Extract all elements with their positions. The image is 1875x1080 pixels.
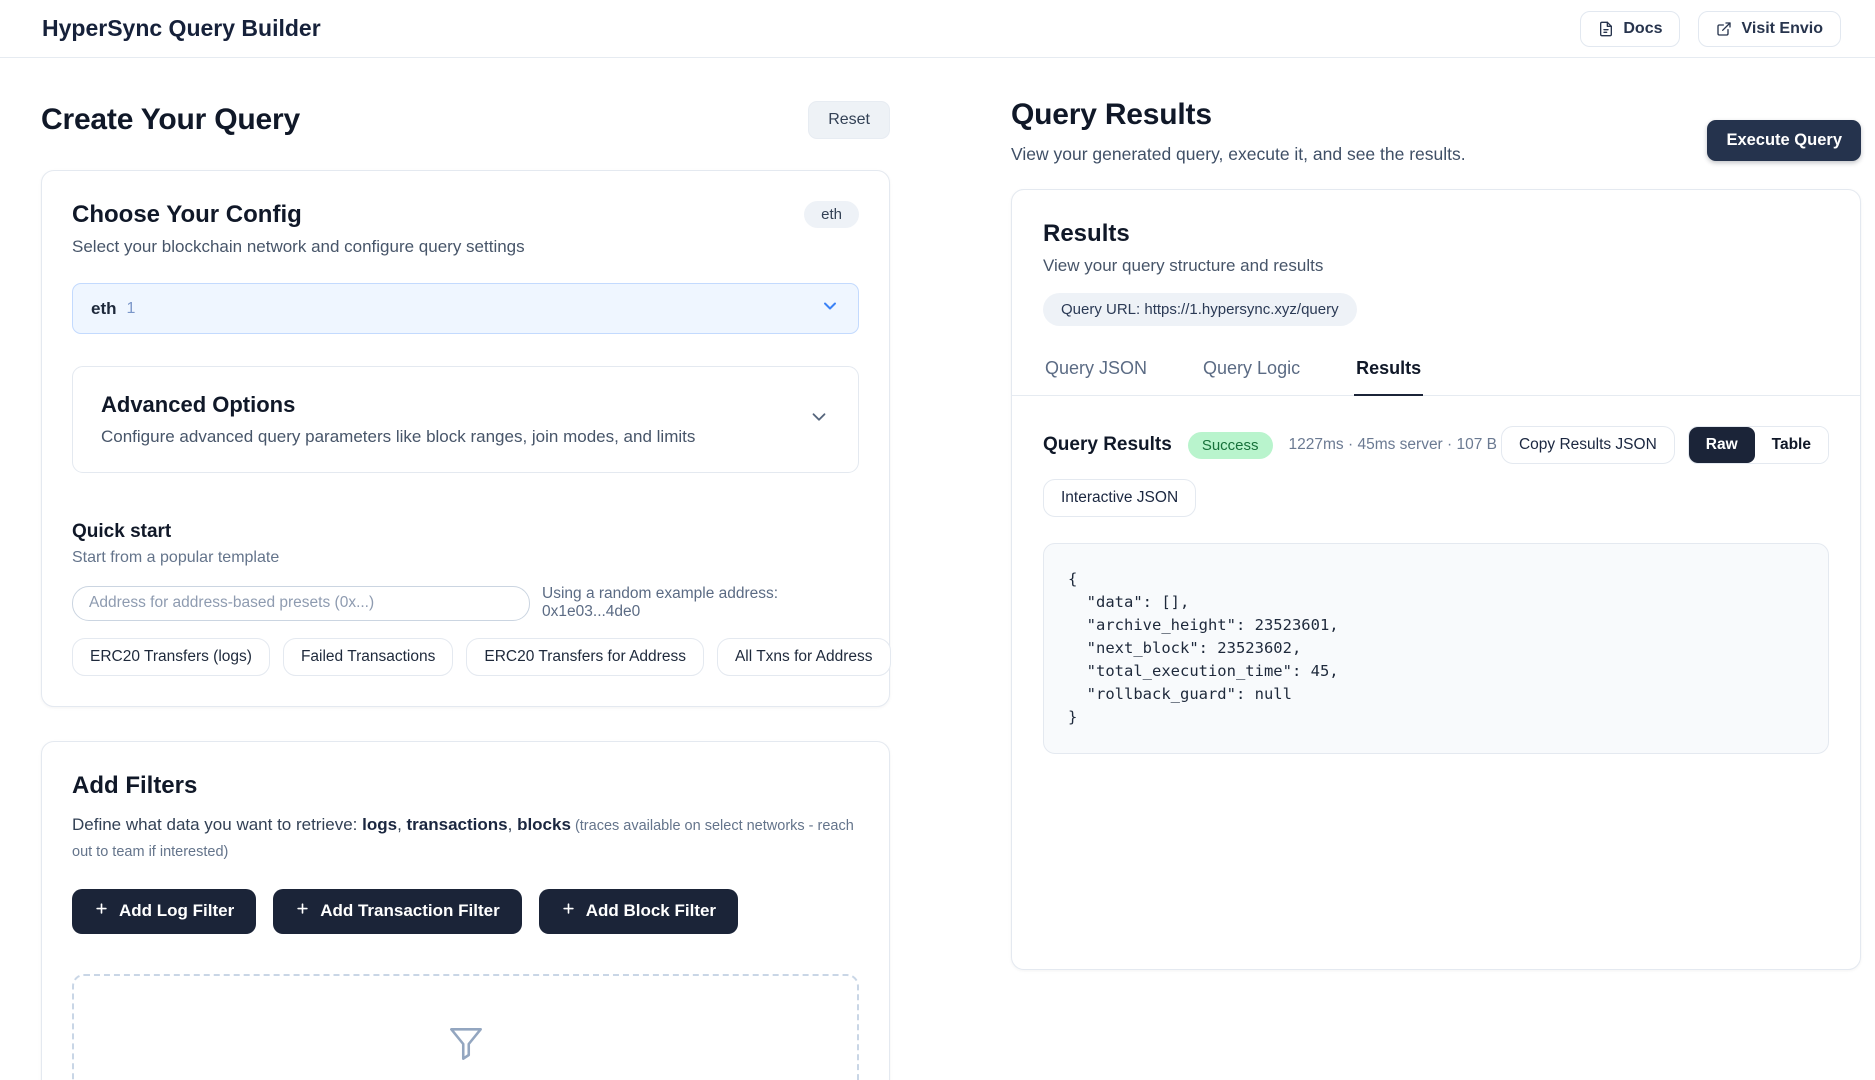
preset-chips: ERC20 Transfers (logs) Failed Transactio… [72, 638, 859, 676]
network-badge: eth [804, 201, 859, 228]
app-title: HyperSync Query Builder [42, 15, 321, 42]
filters-term-blocks: blocks [517, 815, 571, 834]
filters-description-prefix: Define what data you want to retrieve: [72, 815, 362, 834]
external-link-icon [1716, 21, 1732, 37]
interactive-json-button[interactable]: Interactive JSON [1043, 479, 1196, 517]
code-line: "next_block": 23523602, [1068, 637, 1804, 660]
code-line: "archive_height": 23523601, [1068, 614, 1804, 637]
timing-meta: 1227ms · 45ms server · 107 B [1289, 436, 1497, 454]
filters-term-logs: logs [362, 815, 397, 834]
results-card-head: Results View your query structure and re… [1012, 190, 1860, 326]
file-text-icon [1598, 21, 1614, 37]
address-input[interactable] [72, 586, 530, 621]
results-tabs: Query JSON Query Logic Results [1012, 352, 1860, 396]
docs-button[interactable]: Docs [1580, 11, 1680, 47]
builder-title: Create Your Query [41, 103, 300, 137]
add-block-filter-label: Add Block Filter [586, 901, 716, 921]
code-line: "rollback_guard": null [1068, 683, 1804, 706]
filters-card-title: Add Filters [72, 772, 859, 800]
quickstart-section: Quick start Start from a popular templat… [72, 521, 859, 676]
status-badge: Success [1188, 432, 1273, 459]
docs-button-label: Docs [1623, 20, 1662, 38]
code-line: "data": [], [1068, 591, 1804, 614]
add-block-filter-button[interactable]: Add Block Filter [539, 889, 738, 934]
chain-id: 1 [127, 300, 136, 318]
execute-query-button[interactable]: Execute Query [1707, 120, 1861, 161]
results-tab-content: Query Results Success 1227ms · 45ms serv… [1012, 396, 1860, 785]
code-line: { [1068, 568, 1804, 591]
quickstart-subtitle: Start from a popular template [72, 549, 859, 567]
tab-results[interactable]: Results [1354, 352, 1423, 396]
plus-icon [94, 901, 109, 921]
add-log-filter-button[interactable]: Add Log Filter [72, 889, 256, 934]
visit-envio-button-label: Visit Envio [1741, 20, 1823, 38]
visit-envio-button[interactable]: Visit Envio [1698, 11, 1841, 47]
advanced-options-toggle[interactable]: Advanced Options Configure advanced quer… [72, 366, 859, 473]
interactive-json-row: Interactive JSON [1043, 479, 1829, 517]
advanced-options-title: Advanced Options [101, 392, 695, 418]
query-results-label: Query Results [1043, 434, 1172, 456]
config-card: Choose Your Config eth Select your block… [41, 170, 890, 707]
main-content: Create Your Query Reset Choose Your Conf… [0, 58, 1875, 1080]
chevron-down-icon [820, 296, 840, 321]
tab-query-logic[interactable]: Query Logic [1201, 352, 1302, 396]
code-line: "total_execution_time": 45, [1068, 660, 1804, 683]
code-line: } [1068, 706, 1804, 729]
filters-empty-state: No filters added yet [72, 974, 859, 1080]
add-transaction-filter-button[interactable]: Add Transaction Filter [273, 889, 521, 934]
results-toolbar-left: Query Results Success 1227ms · 45ms serv… [1043, 432, 1497, 459]
config-card-title-row: Choose Your Config eth [72, 201, 859, 229]
results-toolbar-right: Copy Results JSON Raw Table [1501, 426, 1829, 464]
preset-chip-erc20-transfers-for-address[interactable]: ERC20 Transfers for Address [466, 638, 704, 676]
view-mode-toggle: Raw Table [1688, 426, 1829, 464]
view-mode-table[interactable]: Table [1755, 427, 1828, 463]
filters-term-transactions: transactions [407, 815, 508, 834]
chevron-down-icon [808, 406, 830, 433]
config-card-subtitle: Select your blockchain network and confi… [72, 237, 859, 257]
preset-chip-erc20-transfers-logs[interactable]: ERC20 Transfers (logs) [72, 638, 270, 676]
app-header: HyperSync Query Builder Docs Visit Envio [0, 0, 1875, 58]
plus-icon [561, 901, 576, 921]
network-select[interactable]: eth 1 [72, 283, 859, 334]
quickstart-title: Quick start [72, 521, 859, 543]
results-card: Results View your query structure and re… [1011, 189, 1861, 970]
results-card-subtitle: View your query structure and results [1043, 256, 1829, 276]
add-log-filter-label: Add Log Filter [119, 901, 234, 921]
query-builder-panel: Create Your Query Reset Choose Your Conf… [41, 98, 890, 1080]
filters-description: Define what data you want to retrieve: l… [72, 812, 859, 865]
config-card-title: Choose Your Config [72, 201, 302, 229]
address-row: Using a random example address: 0x1e03..… [72, 585, 859, 621]
separator: , [508, 815, 517, 834]
advanced-options-subtitle: Configure advanced query parameters like… [101, 427, 695, 447]
separator: , [397, 815, 406, 834]
add-transaction-filter-label: Add Transaction Filter [320, 901, 499, 921]
builder-panel-head: Create Your Query Reset [41, 98, 890, 142]
address-hint: Using a random example address: 0x1e03..… [542, 585, 859, 621]
query-url-badge: Query URL: https://1.hypersync.xyz/query [1043, 293, 1357, 326]
funnel-icon [444, 1022, 488, 1071]
copy-results-json-button[interactable]: Copy Results JSON [1501, 426, 1675, 464]
filter-buttons-row: Add Log Filter Add Transaction Filter Ad… [72, 889, 859, 934]
header-actions: Docs Visit Envio [1580, 11, 1841, 47]
network-name: eth [91, 299, 117, 319]
results-code-block: { "data": [], "archive_height": 23523601… [1043, 543, 1829, 754]
tab-query-json[interactable]: Query JSON [1043, 352, 1149, 396]
advanced-options-text: Advanced Options Configure advanced quer… [101, 392, 695, 447]
results-panel: Query Results View your generated query,… [1011, 98, 1861, 970]
filters-card: Add Filters Define what data you want to… [41, 741, 890, 1080]
view-mode-raw[interactable]: Raw [1689, 427, 1755, 463]
plus-icon [295, 901, 310, 921]
reset-button[interactable]: Reset [808, 101, 890, 139]
preset-chip-all-txns-for-address[interactable]: All Txns for Address [717, 638, 891, 676]
preset-chip-failed-transactions[interactable]: Failed Transactions [283, 638, 453, 676]
results-toolbar: Query Results Success 1227ms · 45ms serv… [1043, 426, 1829, 464]
results-card-title: Results [1043, 220, 1829, 248]
